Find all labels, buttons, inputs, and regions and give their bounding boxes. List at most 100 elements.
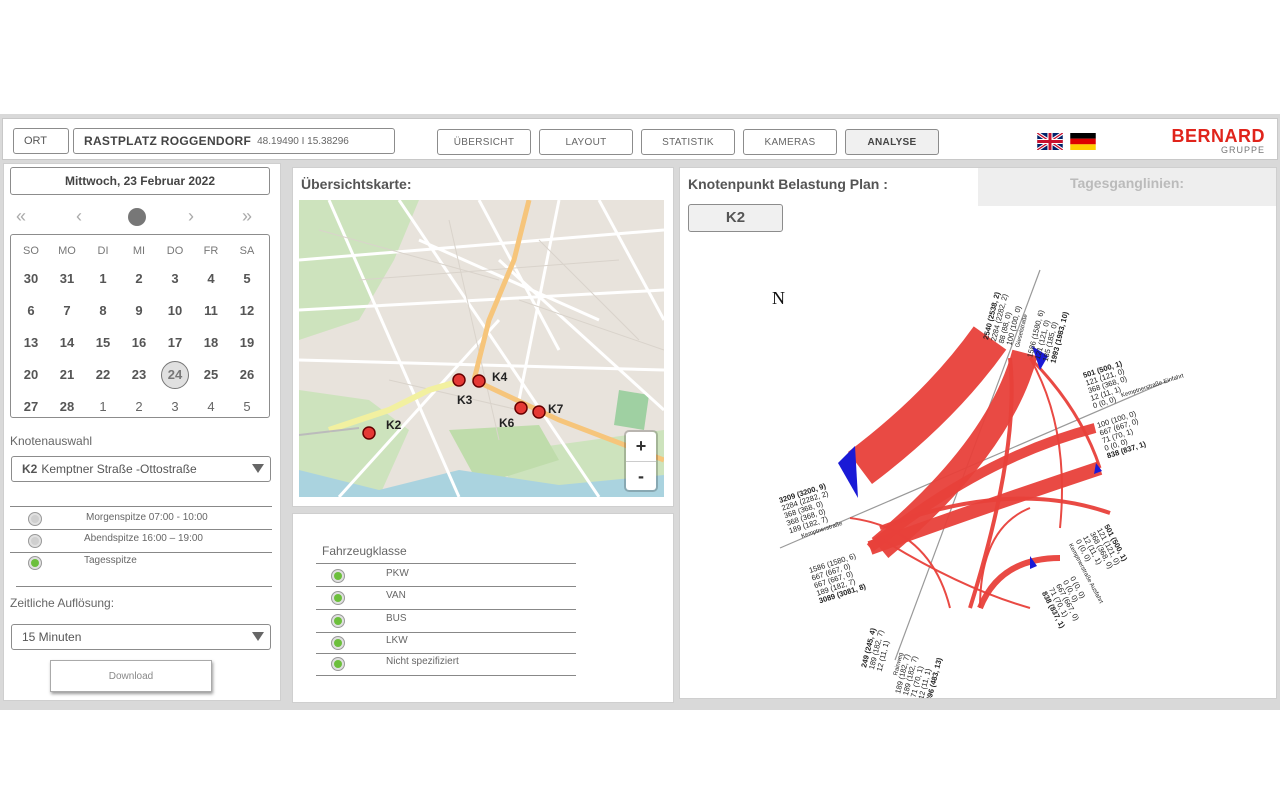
calendar-day[interactable]: 1 <box>85 397 121 417</box>
peak-radio-evening[interactable] <box>28 534 42 548</box>
ort-label: ORT <box>24 135 48 147</box>
peak-radio-daily[interactable] <box>28 556 42 570</box>
calendar-day[interactable]: 15 <box>85 333 121 353</box>
calendar-day[interactable]: 6 <box>13 301 49 321</box>
divider <box>316 675 576 676</box>
map-title: Übersichtskarte: <box>301 176 412 192</box>
nav-analyse-button[interactable]: ANALYSE <box>845 129 939 155</box>
map-marker-k4[interactable] <box>472 374 486 388</box>
calendar-day[interactable]: 14 <box>49 333 85 353</box>
calendar-day-selected[interactable]: 24 <box>161 361 189 389</box>
vehicle-label: Nicht spezifiziert <box>386 656 459 667</box>
calendar-day[interactable]: 30 <box>13 269 49 289</box>
calendar-day[interactable]: 5 <box>229 397 265 417</box>
double-chevron-right-icon[interactable]: » <box>242 206 252 227</box>
vehicle-radio-bus[interactable] <box>331 614 345 628</box>
map-marker-k3[interactable] <box>452 373 466 387</box>
app-frame: ORT RASTPLATZ ROGGENDORF 48.19490 I 15.3… <box>0 114 1280 710</box>
zoom-out-button[interactable]: - <box>626 461 656 490</box>
chevron-left-icon[interactable]: ‹ <box>76 206 82 227</box>
divider <box>316 653 576 654</box>
calendar-day[interactable]: 22 <box>85 365 121 385</box>
knot-select[interactable]: K2 Kemptner Straße -Ottostraße <box>11 456 271 482</box>
double-chevron-left-icon[interactable]: « <box>16 206 26 227</box>
knot-panel-title: Knotenpunkt Belastung Plan : <box>688 176 888 192</box>
calendar-day[interactable]: 4 <box>193 269 229 289</box>
nav-label: KAMERAS <box>764 136 816 148</box>
calendar-day[interactable]: 16 <box>121 333 157 353</box>
map-marker-k7[interactable] <box>532 405 546 419</box>
nav-statistik-button[interactable]: STATISTIK <box>641 129 735 155</box>
calendar-day[interactable]: 19 <box>229 333 265 353</box>
nav-kameras-button[interactable]: KAMERAS <box>743 129 837 155</box>
location-name: RASTPLATZ ROGGENDORF <box>84 134 252 148</box>
flow-diagram: N 2540 (2538, 2) 2284 (2282, 2) 88 (88, … <box>772 269 1185 698</box>
map-label-k3: K3 <box>457 393 473 407</box>
calendar-week: 27 28 1 2 3 4 5 <box>11 397 271 417</box>
tab-tagesganglinien[interactable]: Tagesganglinien: <box>978 168 1276 206</box>
nav-uebersicht-button[interactable]: ÜBERSICHT <box>437 129 531 155</box>
north-label: N <box>772 288 785 308</box>
calendar-day[interactable]: 28 <box>49 397 85 417</box>
knot-name: Kemptner Straße -Ottostraße <box>41 462 197 476</box>
divider <box>316 632 576 633</box>
zoom-in-button[interactable]: + <box>626 432 656 461</box>
chevron-right-icon[interactable]: › <box>188 206 194 227</box>
calendar-day[interactable]: 2 <box>121 269 157 289</box>
calendar-day[interactable]: 31 <box>49 269 85 289</box>
calendar-day[interactable]: 17 <box>157 333 193 353</box>
german-flag-icon[interactable] <box>1070 133 1096 150</box>
map-label-k6: K6 <box>499 416 515 430</box>
peak-radio-morning[interactable] <box>28 512 42 526</box>
calendar-day[interactable]: 5 <box>229 269 265 289</box>
calendar-day[interactable]: 3 <box>157 397 193 417</box>
vehicle-radio-pkw[interactable] <box>331 569 345 583</box>
calendar-day[interactable]: 10 <box>157 301 193 321</box>
vehicle-radio-van[interactable] <box>331 591 345 605</box>
logo-name: BERNARD <box>1171 126 1265 146</box>
nav-label: ÜBERSICHT <box>453 136 515 148</box>
calendar-day[interactable]: 25 <box>193 365 229 385</box>
calendar-day[interactable]: 12 <box>229 301 265 321</box>
bernard-logo: BERNARD GRUPPE <box>1172 127 1266 155</box>
calendar-day[interactable]: 9 <box>121 301 157 321</box>
calendar-day[interactable]: 27 <box>13 397 49 417</box>
zoom-control: + - <box>626 432 656 490</box>
calendar-day[interactable]: 4 <box>193 397 229 417</box>
map-panel: Übersichtskarte: K2 K3 K4 K6 K7 + - <box>293 168 673 506</box>
download-button[interactable]: Download <box>50 660 212 692</box>
calendar-day[interactable]: 7 <box>49 301 85 321</box>
ort-field[interactable]: ORT <box>13 128 69 154</box>
vehicle-label: PKW <box>386 568 409 579</box>
peak-label: Tagesspitze <box>84 555 137 566</box>
left-panel: Mittwoch, 23 Februar 2022 « ‹ › » SO MO … <box>4 164 280 700</box>
uk-flag-icon[interactable] <box>1037 133 1063 150</box>
calendar-day[interactable]: 8 <box>85 301 121 321</box>
calendar-day[interactable]: 23 <box>121 365 157 385</box>
vehicle-radio-lkw[interactable] <box>331 636 345 650</box>
vehicle-radio-unspecified[interactable] <box>331 657 345 671</box>
weekday-label: DO <box>166 245 184 257</box>
calendar-day[interactable]: 11 <box>193 301 229 321</box>
knot-select-label: Knotenauswahl <box>10 434 93 448</box>
location-field[interactable]: RASTPLATZ ROGGENDORF 48.19490 I 15.38296 <box>73 128 395 154</box>
resolution-select[interactable]: 15 Minuten <box>11 624 271 650</box>
calendar-day[interactable]: 18 <box>193 333 229 353</box>
calendar-day[interactable]: 26 <box>229 365 265 385</box>
calendar-day[interactable]: 3 <box>157 269 193 289</box>
calendar-day[interactable]: 13 <box>13 333 49 353</box>
weekday-label: DI <box>97 245 109 257</box>
map-marker-k2[interactable] <box>362 426 376 440</box>
calendar-day[interactable]: 2 <box>121 397 157 417</box>
map-marker-k6[interactable] <box>514 401 528 415</box>
date-display[interactable]: Mittwoch, 23 Februar 2022 <box>10 167 270 195</box>
calendar-day[interactable]: 1 <box>85 269 121 289</box>
resolution-value: 15 Minuten <box>22 630 82 644</box>
calendar-day[interactable]: 21 <box>49 365 85 385</box>
overview-map[interactable]: K2 K3 K4 K6 K7 + - <box>299 200 664 497</box>
calendar-day[interactable]: 20 <box>13 365 49 385</box>
nav-layout-button[interactable]: LAYOUT <box>539 129 633 155</box>
today-dot-icon[interactable] <box>128 208 146 226</box>
divider <box>10 529 272 530</box>
nav-label: LAYOUT <box>565 136 607 148</box>
